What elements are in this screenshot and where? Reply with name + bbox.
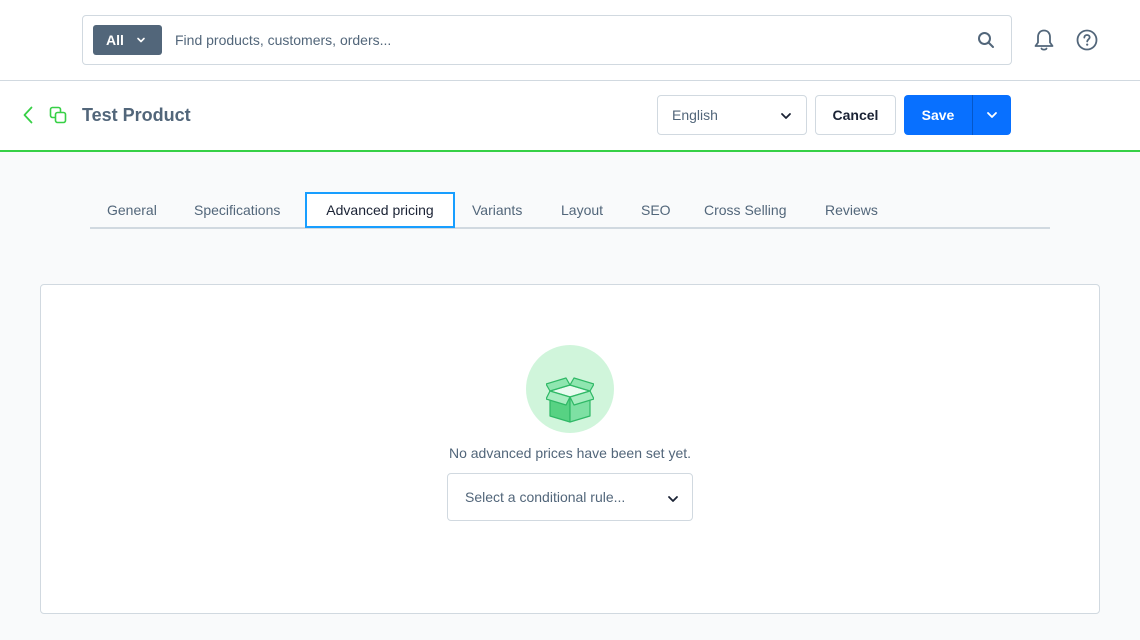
smart-bar: Test Product English Cancel Save: [0, 81, 1140, 152]
cancel-button[interactable]: Cancel: [815, 95, 896, 135]
language-select[interactable]: English: [657, 95, 807, 135]
global-search: All: [82, 15, 1012, 65]
tab-general[interactable]: General: [107, 192, 157, 228]
conditional-rule-select[interactable]: Select a conditional rule...: [447, 473, 693, 521]
search-type-label: All: [106, 32, 124, 48]
chevron-down-icon: [781, 113, 791, 119]
save-button[interactable]: Save: [904, 95, 972, 135]
search-input[interactable]: [175, 26, 955, 54]
search-icon[interactable]: [977, 31, 995, 49]
chevron-down-icon: [137, 37, 145, 43]
empty-state-illustration: [526, 345, 614, 433]
top-bar: All: [0, 0, 1140, 81]
product-tabs: General Specifications Advanced pricing …: [90, 192, 1050, 229]
conditional-rule-placeholder: Select a conditional rule...: [465, 489, 626, 505]
tab-layout[interactable]: Layout: [561, 192, 603, 228]
page-title: Test Product: [82, 105, 191, 125]
save-options-button[interactable]: [972, 95, 1011, 135]
variant-icon: [49, 106, 67, 124]
advanced-pricing-card: No advanced prices have been set yet. Se…: [40, 284, 1100, 614]
tab-seo[interactable]: SEO: [641, 192, 671, 228]
bell-icon[interactable]: [1032, 28, 1056, 52]
tab-variants[interactable]: Variants: [472, 192, 522, 228]
tab-advanced-pricing[interactable]: Advanced pricing: [305, 192, 455, 228]
tab-reviews[interactable]: Reviews: [825, 192, 878, 228]
box-icon: [546, 377, 594, 423]
language-select-value: English: [672, 107, 718, 123]
tab-cross-selling[interactable]: Cross Selling: [704, 192, 786, 228]
search-type-dropdown[interactable]: All: [93, 25, 162, 55]
empty-state-message: No advanced prices have been set yet.: [448, 445, 692, 461]
tab-specifications[interactable]: Specifications: [194, 192, 280, 228]
back-icon[interactable]: [22, 106, 34, 124]
chevron-down-icon: [987, 112, 997, 118]
help-icon[interactable]: [1076, 29, 1098, 51]
chevron-down-icon: [668, 496, 678, 502]
